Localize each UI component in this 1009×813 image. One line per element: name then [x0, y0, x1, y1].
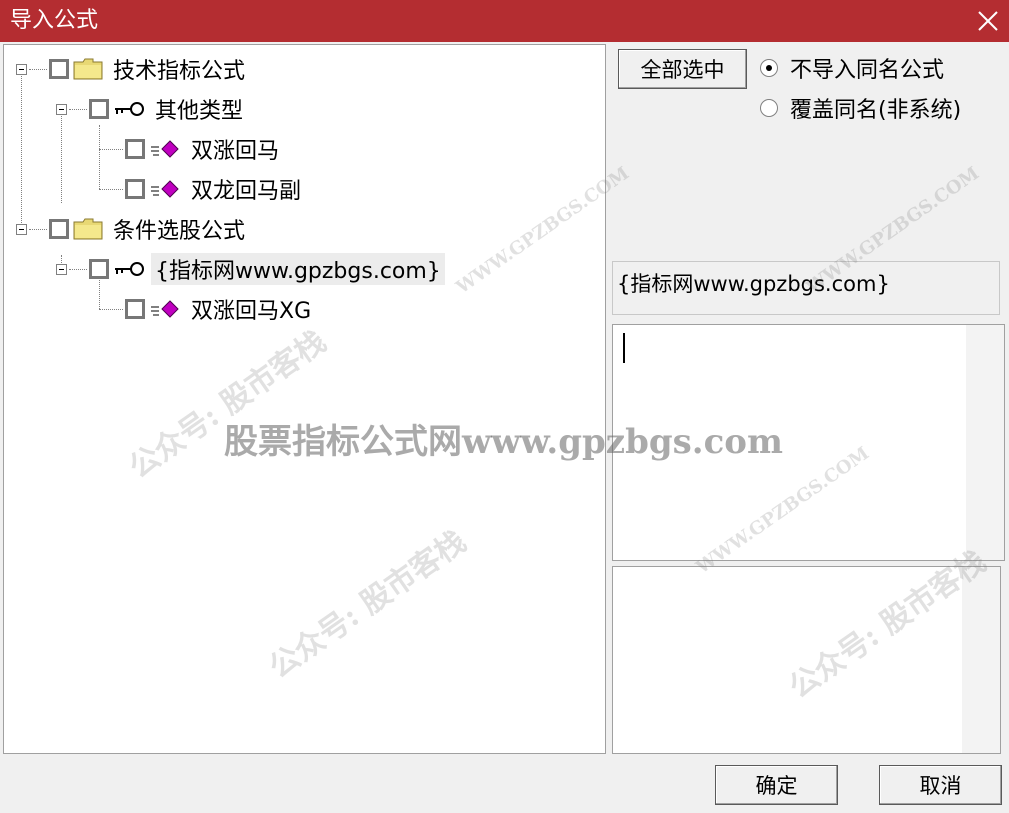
tree-item-tech-indicator[interactable]: 技术指标公式: [49, 51, 249, 87]
tree-item-label: 技术指标公式: [113, 59, 246, 84]
tree-line: [69, 109, 87, 110]
radio-selected-icon[interactable]: [760, 59, 778, 77]
folder-icon: [73, 58, 103, 80]
formula-description[interactable]: [612, 566, 1001, 754]
tree-item-other-types[interactable]: 其他类型: [89, 91, 247, 127]
tree-line: [29, 69, 47, 70]
formula-editor[interactable]: [612, 324, 1005, 561]
tree-item-stock-selection[interactable]: 条件选股公式: [49, 211, 249, 247]
tree-checkbox[interactable]: [125, 179, 145, 199]
tree-line: [99, 149, 123, 150]
tree-item-formula[interactable]: 双涨回马: [125, 131, 283, 167]
tree-line: [29, 229, 47, 230]
tree-checkbox[interactable]: [49, 59, 69, 79]
text-caret: [623, 333, 625, 363]
folder-icon: [73, 218, 103, 240]
tree-item-label: {指标网www.gpzbgs.com}: [151, 253, 445, 285]
tree-item-label: 双涨回马: [191, 139, 280, 164]
tree-item-label: 条件选股公式: [113, 219, 246, 244]
formula-info-text: {指标网www.gpzbgs.com}: [617, 272, 890, 296]
tree-checkbox[interactable]: [89, 259, 109, 279]
tree-item-label: 双涨回马XG: [191, 299, 312, 324]
radio-label: 不导入同名公式: [790, 58, 945, 83]
formula-icon: [151, 180, 179, 198]
tree-item-site-group[interactable]: {指标网www.gpzbgs.com}: [89, 251, 445, 287]
formula-icon: [151, 300, 179, 318]
formula-tree[interactable]: 技术指标公式 其他类型 双涨回马 双龙回马副 条件选股公式 {指标网www.gp…: [3, 44, 606, 754]
tree-checkbox[interactable]: [125, 299, 145, 319]
window-title: 导入公式: [10, 8, 99, 33]
tree-line: [21, 73, 22, 233]
tree-checkbox[interactable]: [89, 99, 109, 119]
formula-info: {指标网www.gpzbgs.com}: [612, 261, 1000, 315]
radio-overwrite-same-name[interactable]: 覆盖同名(非系统): [760, 92, 961, 124]
radio-unselected-icon[interactable]: [760, 99, 778, 117]
description-scrollbar[interactable]: [962, 567, 1000, 753]
tree-item-formula[interactable]: 双涨回马XG: [125, 291, 315, 327]
collapse-icon[interactable]: [56, 264, 67, 275]
radio-label: 覆盖同名(非系统): [790, 98, 962, 123]
formula-icon: [151, 140, 179, 158]
title-bar: 导入公式: [0, 0, 1009, 42]
select-all-button[interactable]: 全部选中: [618, 49, 747, 89]
tree-line: [99, 189, 123, 190]
ok-button[interactable]: 确定: [715, 765, 838, 805]
tree-line: [99, 309, 123, 310]
tree-item-label: 双龙回马副: [191, 179, 302, 204]
tree-item-formula[interactable]: 双龙回马副: [125, 171, 305, 207]
tree-line: [61, 113, 62, 203]
close-icon[interactable]: [973, 6, 1003, 36]
tree-checkbox[interactable]: [125, 139, 145, 159]
collapse-icon[interactable]: [56, 104, 67, 115]
radio-no-import-same-name[interactable]: 不导入同名公式: [760, 52, 944, 84]
collapse-icon[interactable]: [16, 64, 27, 75]
collapse-icon[interactable]: [16, 224, 27, 235]
tree-checkbox[interactable]: [49, 219, 69, 239]
tree-item-label: 其他类型: [155, 99, 244, 124]
tree-line: [69, 269, 87, 270]
editor-scrollbar[interactable]: [966, 325, 1004, 560]
key-icon: [115, 262, 144, 276]
tree-line: [99, 125, 100, 189]
cancel-button[interactable]: 取消: [879, 765, 1002, 805]
key-icon: [115, 102, 144, 116]
